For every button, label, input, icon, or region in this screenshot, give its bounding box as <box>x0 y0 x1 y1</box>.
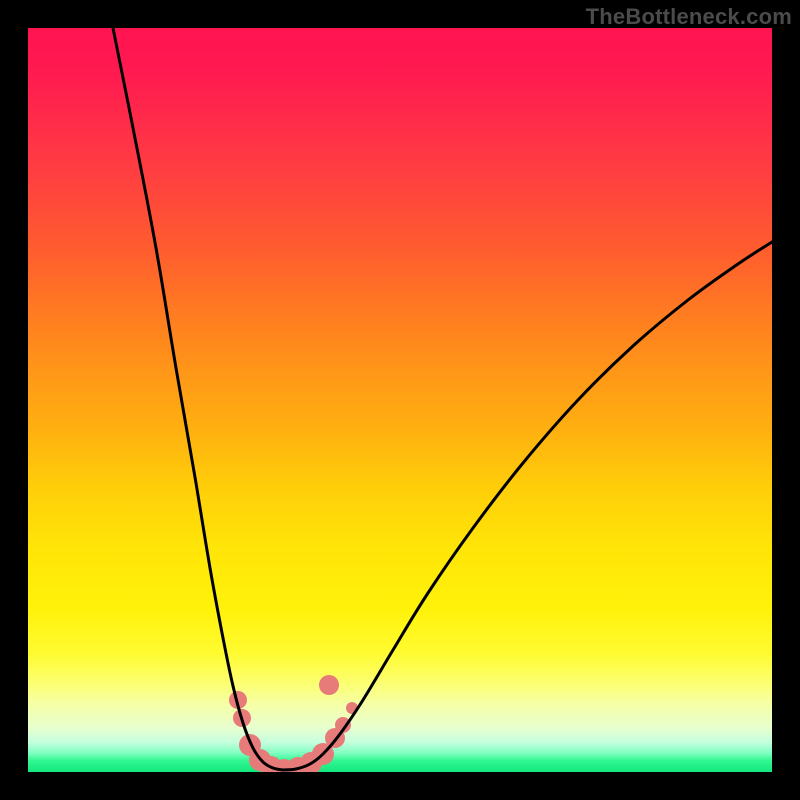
curve-left-curve <box>113 28 283 770</box>
watermark-text: TheBottleneck.com <box>586 4 792 30</box>
curve-group <box>113 28 772 770</box>
chart-frame: TheBottleneck.com <box>0 0 800 800</box>
marker-group <box>229 675 358 772</box>
plot-area <box>28 28 772 772</box>
data-marker <box>319 675 339 695</box>
chart-svg <box>28 28 772 772</box>
curve-right-curve <box>283 242 772 770</box>
